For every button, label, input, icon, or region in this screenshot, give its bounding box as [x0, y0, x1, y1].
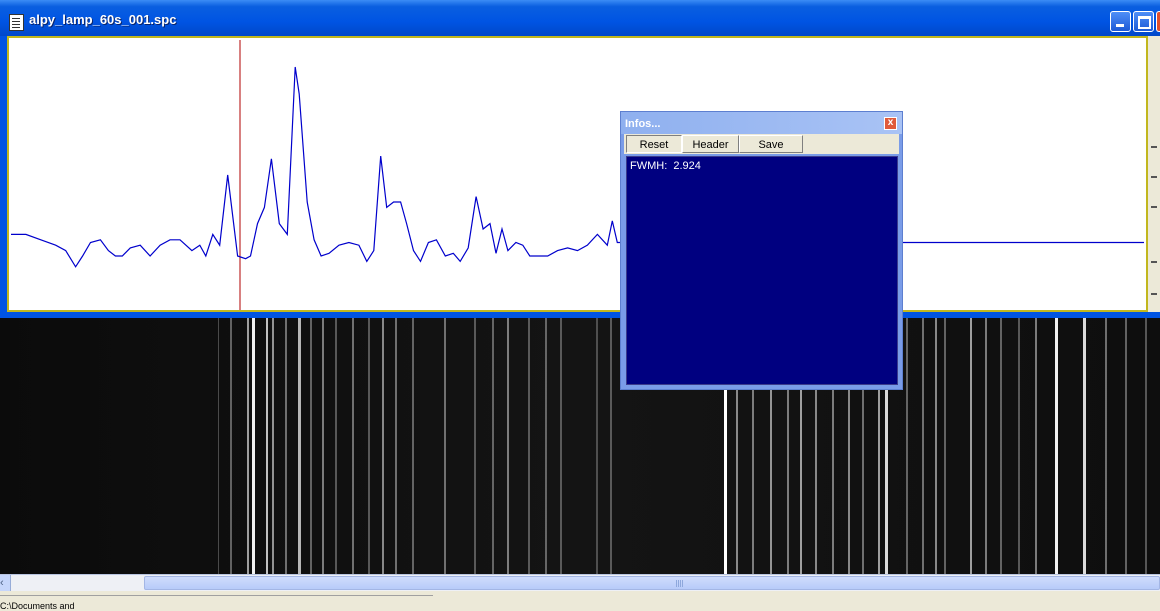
- app-icon[interactable]: [9, 14, 24, 31]
- emission-line: [596, 318, 598, 574]
- emission-line: [1000, 318, 1002, 574]
- spectrum-plot[interactable]: [11, 40, 1144, 310]
- emission-line: [528, 318, 530, 574]
- infos-toolbar: Reset Header Save: [624, 134, 899, 154]
- emission-line: [545, 318, 547, 574]
- status-divider: [0, 595, 433, 596]
- close-icon[interactable]: [1156, 11, 1160, 32]
- scroll-thumb[interactable]: [144, 576, 1160, 590]
- ccd-spectrum-image[interactable]: [0, 318, 1160, 574]
- emission-line: [492, 318, 494, 574]
- emission-line: [310, 318, 312, 574]
- save-button[interactable]: Save: [739, 135, 803, 153]
- fwmh-value: FWMH: 2.924: [630, 160, 701, 172]
- minimize-icon[interactable]: [1110, 11, 1131, 32]
- spectrum-plot-frame[interactable]: [7, 36, 1148, 312]
- emission-line: [272, 318, 274, 574]
- infos-title: Infos...: [625, 118, 661, 130]
- emission-line: [285, 318, 287, 574]
- emission-line: [610, 318, 612, 574]
- infos-dialog[interactable]: Infos... x Reset Header Save FWMH: 2.924: [620, 111, 903, 390]
- reset-button[interactable]: Reset: [626, 135, 682, 153]
- emission-line: [474, 318, 476, 574]
- emission-line: [444, 318, 446, 574]
- emission-line: [395, 318, 397, 574]
- emission-line: [1083, 318, 1086, 574]
- emission-line: [1145, 318, 1147, 574]
- maximize-icon[interactable]: [1133, 11, 1154, 32]
- emission-line: [507, 318, 509, 574]
- emission-line: [906, 318, 908, 574]
- emission-line: [985, 318, 987, 574]
- emission-line: [1035, 318, 1037, 574]
- emission-line: [935, 318, 937, 574]
- emission-line: [230, 318, 232, 574]
- emission-line: [252, 318, 255, 574]
- window-title: alpy_lamp_60s_001.spc: [29, 12, 177, 27]
- emission-line: [368, 318, 370, 574]
- emission-line: [352, 318, 354, 574]
- emission-line: [382, 318, 384, 574]
- scroll-left-arrow-icon[interactable]: ‹: [0, 575, 11, 591]
- spectrum-line: [11, 66, 1144, 268]
- emission-line: [266, 318, 268, 574]
- emission-line: [412, 318, 414, 574]
- emission-line: [1105, 318, 1107, 574]
- status-path: C:\Documents and: [0, 601, 75, 611]
- emission-line: [1018, 318, 1020, 574]
- panel-mark: [1151, 261, 1157, 263]
- emission-line: [322, 318, 324, 574]
- header-button[interactable]: Header: [682, 135, 739, 153]
- emission-line: [335, 318, 337, 574]
- panel-mark: [1151, 146, 1157, 148]
- infos-output-panel: FWMH: 2.924: [626, 156, 898, 385]
- emission-line: [1055, 318, 1058, 574]
- spectrum-window: alpy_lamp_60s_001.spc: [0, 0, 1160, 318]
- emission-line: [922, 318, 924, 574]
- panel-mark: [1151, 206, 1157, 208]
- panel-mark: [1151, 293, 1157, 295]
- right-side-panel: [1148, 36, 1160, 312]
- horizontal-scrollbar[interactable]: ‹: [0, 574, 1160, 592]
- scroll-grip-icon: [676, 580, 684, 587]
- emission-line: [298, 318, 301, 574]
- emission-line: [218, 318, 219, 574]
- infos-titlebar[interactable]: Infos... x: [621, 112, 902, 134]
- close-icon[interactable]: x: [884, 117, 897, 130]
- panel-mark: [1151, 176, 1157, 178]
- emission-line: [970, 318, 972, 574]
- emission-line: [1125, 318, 1127, 574]
- emission-line: [944, 318, 946, 574]
- status-bar: C:\Documents and: [0, 591, 1160, 611]
- emission-line: [560, 318, 562, 574]
- emission-line: [247, 318, 249, 574]
- spectrum-titlebar[interactable]: alpy_lamp_60s_001.spc: [0, 0, 1160, 36]
